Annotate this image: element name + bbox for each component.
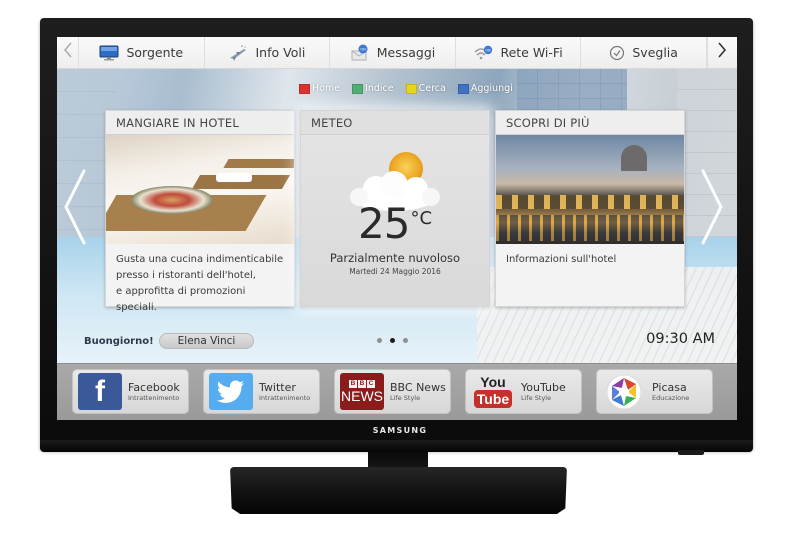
card-scopri-di-piu[interactable]: SCOPRI DI PIÙ Informazioni sull'hotel	[495, 110, 685, 307]
color-key-label: Home	[312, 83, 341, 94]
card-title: METEO	[301, 111, 489, 135]
app-name: YouTube	[521, 380, 566, 394]
svg-text:ON: ON	[486, 48, 492, 52]
wifi-icon: ON	[473, 45, 493, 61]
card-text-line: Gusta una cucina indimenticabile	[116, 254, 284, 265]
greeting-text: Buongiorno!	[84, 335, 154, 347]
app-name: Twitter	[259, 380, 296, 394]
carousel-prev-button[interactable]	[60, 167, 90, 247]
chevron-left-icon	[63, 41, 73, 64]
app-name: BBC News	[390, 380, 446, 394]
picasa-icon	[602, 373, 646, 410]
app-picasa[interactable]: Picasa Educazione	[596, 369, 713, 414]
menu-item-label: Messaggi	[376, 45, 436, 60]
carousel-next-button[interactable]	[697, 167, 727, 247]
temperature-unit: °C	[410, 208, 433, 229]
background-windows	[517, 69, 627, 114]
app-category: Intrattenimento	[128, 393, 180, 402]
card-description: Informazioni sull'hotel	[506, 254, 617, 265]
svg-text:ON: ON	[360, 47, 366, 51]
app-bbc-news[interactable]: B B C NEWS BBC News Life Style	[334, 369, 451, 414]
blue-key-swatch	[457, 83, 469, 94]
power-button[interactable]	[678, 450, 704, 455]
app-youtube[interactable]: You Tube YouTube Life Style	[465, 369, 582, 414]
tv-bottom-bezel	[40, 440, 753, 452]
app-category: Intrattenimento	[259, 393, 311, 402]
clock-icon	[609, 45, 625, 61]
menu-next-button[interactable]	[706, 37, 737, 68]
menu-item-label: Sveglia	[632, 45, 678, 60]
menu-item-info-voli[interactable]: Info Voli	[205, 37, 331, 68]
app-tray: f Facebook Intrattenimento Twitter Intra…	[57, 363, 737, 420]
color-key-indice[interactable]: Indice	[352, 83, 394, 94]
clock-display: 09:30 AM	[646, 331, 715, 347]
chevron-left-icon	[60, 169, 90, 251]
facebook-icon: f	[78, 373, 122, 410]
card-text-line: presso i ristoranti dell'hotel,	[116, 270, 256, 281]
yellow-key-swatch	[405, 83, 417, 94]
card-title: SCOPRI DI PIÙ	[496, 111, 684, 135]
carousel-dot-3[interactable]	[403, 338, 408, 343]
color-key-label: Aggiungi	[470, 83, 513, 94]
bbc-news-icon: B B C NEWS	[340, 373, 384, 410]
youtube-icon: You Tube	[471, 373, 515, 410]
menu-item-messaggi[interactable]: ON Messaggi	[330, 37, 456, 68]
stand-base	[230, 467, 567, 514]
menu-item-sveglia[interactable]: Sveglia	[581, 37, 707, 68]
menu-prev-button[interactable]	[57, 37, 79, 68]
carousel-pagination	[377, 338, 408, 343]
user-name-button[interactable]: Elena Vinci	[158, 333, 255, 349]
color-key-home[interactable]: Home	[299, 83, 340, 94]
card-meteo[interactable]: METEO 25°C Parzialmente nuvoloso Martedi…	[300, 110, 490, 307]
weather-date: Martedi 24 Maggio 2016	[349, 267, 441, 276]
monitor-icon	[99, 45, 119, 61]
color-key-label: Cerca	[418, 83, 446, 94]
card-title: MANGIARE IN HOTEL	[106, 111, 294, 135]
brand-logo: SAMSUNG	[372, 426, 428, 435]
app-category: Life Style	[521, 393, 552, 402]
message-icon: ON	[350, 44, 370, 62]
menu-item-sorgente[interactable]: Sorgente	[79, 37, 205, 68]
color-key-aggiungi[interactable]: Aggiungi	[457, 83, 513, 94]
weather-condition: Parzialmente nuvoloso	[329, 251, 461, 265]
green-key-swatch	[352, 83, 364, 94]
app-twitter[interactable]: Twitter Intrattenimento	[203, 369, 320, 414]
restaurant-image	[106, 135, 294, 244]
menu-item-label: Rete Wi-Fi	[500, 45, 563, 60]
temperature-display: 25°C	[301, 199, 489, 248]
carousel-dot-2-active[interactable]	[390, 338, 395, 343]
tv-screen: Sorgente Info Voli ON Messaggi ON Rete W…	[57, 37, 737, 420]
top-menu-bar: Sorgente Info Voli ON Messaggi ON Rete W…	[57, 37, 737, 69]
greeting: Buongiorno! Elena Vinci	[84, 333, 255, 349]
color-key-label: Indice	[365, 83, 394, 94]
twitter-icon	[209, 373, 253, 410]
red-key-swatch	[299, 83, 310, 94]
carousel-dot-1[interactable]	[377, 338, 382, 343]
color-key-legend: Home Indice Cerca Aggiungi	[299, 83, 513, 94]
menu-item-rete-wifi[interactable]: ON Rete Wi-Fi	[456, 37, 582, 68]
rome-image	[496, 135, 684, 244]
menu-item-label: Info Voli	[255, 45, 306, 60]
chevron-right-icon	[697, 169, 727, 251]
temperature-value: 25	[357, 199, 410, 248]
color-key-cerca[interactable]: Cerca	[405, 83, 446, 94]
chevron-right-icon	[717, 41, 727, 64]
app-name: Picasa	[652, 380, 687, 394]
app-name: Facebook	[128, 380, 180, 394]
card-description: Gusta una cucina indimenticabile presso …	[106, 244, 294, 324]
app-category: Educazione	[652, 393, 690, 402]
app-category: Life Style	[390, 393, 421, 402]
card-mangiare-in-hotel[interactable]: MANGIARE IN HOTEL Gusta una cucina indim…	[105, 110, 295, 313]
airplane-icon	[228, 44, 248, 62]
menu-item-label: Sorgente	[126, 45, 184, 60]
app-facebook[interactable]: f Facebook Intrattenimento	[72, 369, 189, 414]
card-text-line: e approfitta di promozioni speciali.	[116, 286, 246, 313]
